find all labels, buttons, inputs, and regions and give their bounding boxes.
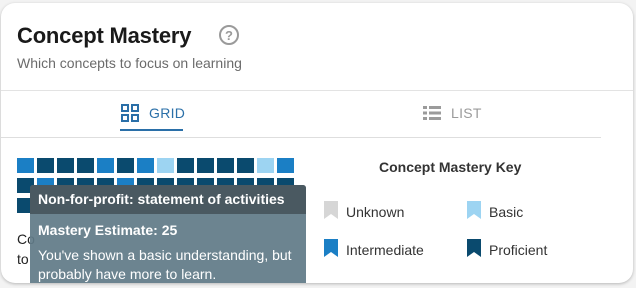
tab-grid[interactable]: GRID [121, 103, 185, 123]
bookmark-icon [324, 239, 338, 260]
concept-cell[interactable] [177, 158, 194, 173]
concept-cell[interactable] [217, 158, 234, 173]
concept-tooltip: Non-for-profit: statement of activities … [30, 185, 306, 283]
key-label-proficient: Proficient [489, 241, 548, 258]
tab-grid-label: GRID [149, 105, 186, 121]
concept-cell[interactable] [57, 158, 74, 173]
header-divider [1, 90, 633, 91]
concept-cell[interactable] [157, 158, 174, 173]
key-item-basic: Basic [467, 201, 523, 222]
bookmark-icon [324, 201, 338, 222]
key-item-proficient: Proficient [467, 239, 547, 260]
list-icon [423, 105, 441, 121]
tooltip-mastery-estimate: Mastery Estimate: 25 [38, 222, 178, 238]
concept-cell[interactable] [277, 158, 294, 173]
tabs-divider [1, 137, 601, 138]
card-subtitle: Which concepts to focus on learning [17, 55, 242, 71]
key-item-unknown: Unknown [324, 201, 404, 222]
concept-cell[interactable] [117, 158, 134, 173]
bookmark-icon [467, 201, 481, 222]
key-label-intermediate: Intermediate [346, 241, 424, 258]
tooltip-concept-name: Non-for-profit: statement of activities [38, 191, 285, 207]
concept-cell[interactable] [197, 158, 214, 173]
active-tab-indicator [120, 129, 183, 131]
concept-mastery-card: Concept Mastery ? Which concepts to focu… [1, 3, 633, 283]
key-label-unknown: Unknown [346, 203, 405, 220]
concept-cell[interactable] [77, 158, 94, 173]
card-title: Concept Mastery [17, 23, 192, 48]
tab-list[interactable]: LIST [423, 103, 482, 123]
tooltip-header: Non-for-profit: statement of activities [30, 185, 306, 214]
concept-cell[interactable] [17, 158, 34, 173]
key-item-intermediate: Intermediate [324, 239, 424, 260]
help-icon[interactable]: ? [219, 25, 239, 45]
concept-cell[interactable] [237, 158, 254, 173]
tab-list-label: LIST [451, 105, 482, 121]
tooltip-message: You've shown a basic understanding, but … [38, 247, 292, 282]
bookmark-icon [467, 239, 481, 260]
concept-cell[interactable] [137, 158, 154, 173]
key-title: Concept Mastery Key [379, 159, 522, 175]
concept-cell[interactable] [37, 158, 54, 173]
grid-icon [121, 104, 139, 122]
key-label-basic: Basic [489, 203, 524, 220]
concept-cell[interactable] [257, 158, 274, 173]
concept-cell[interactable] [97, 158, 114, 173]
